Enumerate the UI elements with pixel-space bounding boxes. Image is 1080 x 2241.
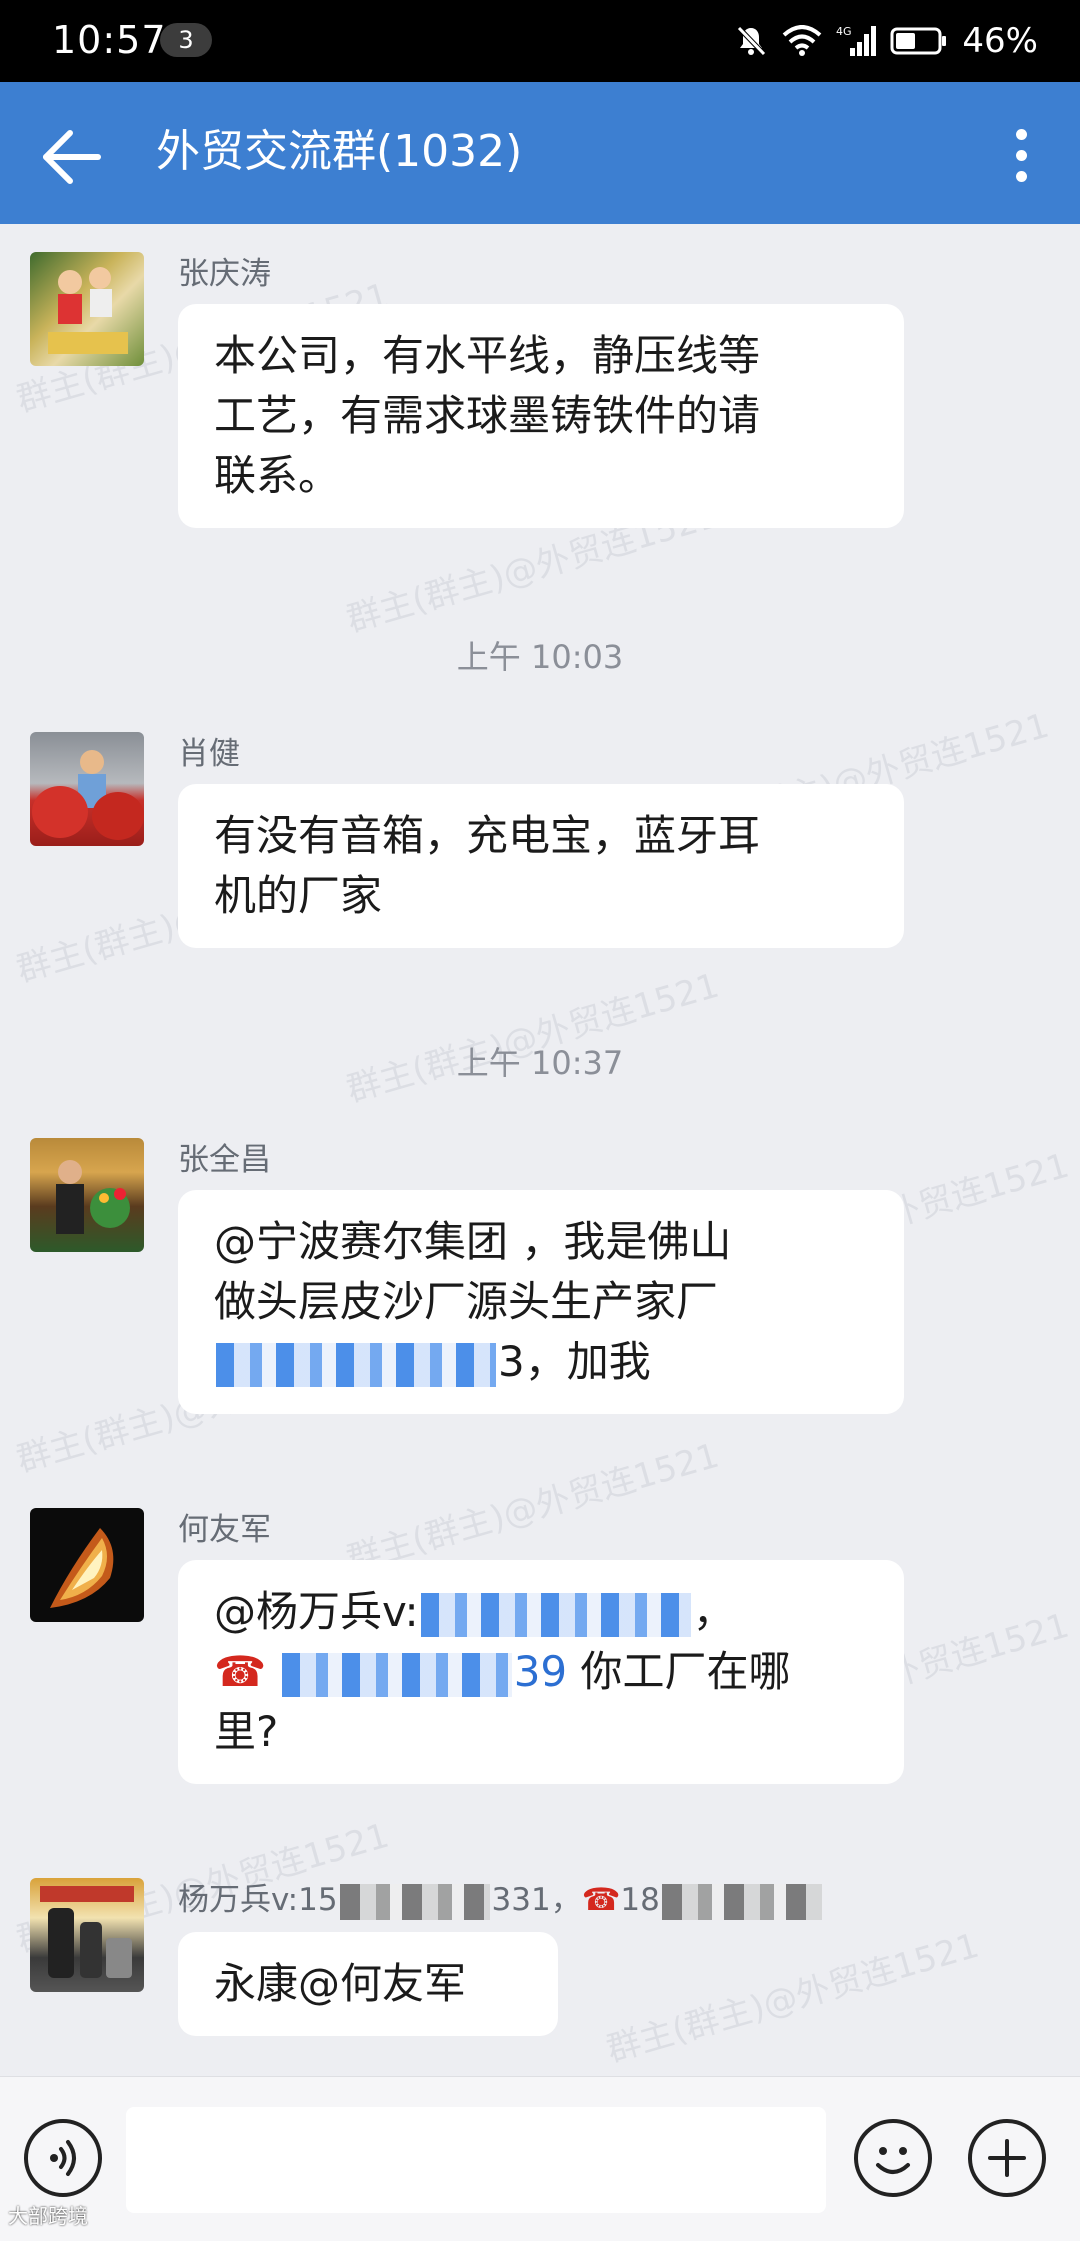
message-line: 机的厂家 <box>214 871 383 920</box>
watermark: 群主(群主)@外贸连1521 <box>342 1435 724 1581</box>
corner-watermark: 大部跨境 <box>8 2204 88 2228</box>
input-bar <box>0 2076 1080 2241</box>
more-actions-button[interactable] <box>968 2119 1046 2197</box>
message-input[interactable] <box>126 2107 826 2213</box>
emoji-button[interactable] <box>854 2119 932 2197</box>
message-bubble[interactable]: 有没有音箱，充电宝，蓝牙耳 机的厂家 <box>178 784 904 948</box>
message-bubble[interactable]: @宁波赛尔集团 ，我是佛山 做头层皮沙厂源头生产家厂 3，加我 <box>178 1190 904 1414</box>
sender-text: 331， <box>491 1882 582 1918</box>
avatar[interactable] <box>30 252 144 366</box>
message-line: 永康@何友军 <box>214 1959 467 2008</box>
notification-count-badge: 3 <box>160 23 212 57</box>
sender-name: 张庆涛 <box>178 256 271 292</box>
watermark: 群主(群主)@外贸连1521 <box>602 1925 984 2071</box>
voice-input-button[interactable] <box>24 2119 102 2197</box>
message-line: 工艺，有需求球墨铸铁件的请 <box>214 391 761 440</box>
back-arrow-icon <box>43 130 101 184</box>
mention-text: @杨万兵v: <box>214 1587 419 1636</box>
smiley-icon <box>876 2147 910 2174</box>
telephone-icon: ☎ <box>581 1882 621 1918</box>
plus-icon <box>988 2139 1026 2177</box>
avatar-image <box>50 1528 114 1608</box>
telephone-icon: ☎ <box>214 1647 267 1696</box>
more-options-button[interactable] <box>988 120 1054 190</box>
wifi-icon <box>782 25 822 57</box>
sender-name: 何友军 <box>178 1512 271 1548</box>
timestamp: 上午 10:37 <box>456 1044 624 1082</box>
sender-name: 张全昌 <box>178 1142 271 1178</box>
cellular-signal-icon: 4G <box>836 24 877 58</box>
avatar-image <box>32 750 144 840</box>
message-line: ☎ 39 你工厂在哪 <box>214 1642 868 1702</box>
timestamp: 上午 10:03 <box>456 638 624 676</box>
avatar-image <box>48 267 128 354</box>
redacted-phone <box>281 1652 512 1697</box>
more-dot-icon <box>1015 170 1027 182</box>
sender-text: 杨万兵v:15 <box>178 1882 338 1918</box>
message-bubble[interactable]: @杨万兵v: ， ☎ 39 你工厂在哪 里? <box>178 1560 904 1784</box>
message-line: 有没有音箱，充电宝，蓝牙耳 <box>214 811 761 860</box>
status-time: 10:57 <box>52 18 167 62</box>
message-list[interactable]: 群主(群主)@外贸连1521 群主(群主)@外贸连1521 群主(群主)@外贸连… <box>0 224 1080 2076</box>
battery-percent: 46% <box>962 21 1038 61</box>
redacted-phone <box>216 1342 496 1387</box>
message-line: 本公司，有水平线，静压线等 <box>214 331 761 380</box>
sender-text: 18 <box>620 1882 660 1918</box>
more-dot-icon <box>1015 149 1027 161</box>
mute-bell-icon <box>734 24 768 58</box>
message-line: @杨万兵v: ， <box>214 1582 868 1642</box>
message-line: 里? <box>214 1707 279 1756</box>
chat-title: 外贸交流群(1032) <box>156 126 523 177</box>
watermark: 群主(群主)@外贸连1521 <box>342 965 724 1111</box>
redacted-phone <box>661 1883 822 1920</box>
message-line: 联系。 <box>214 451 341 500</box>
avatar[interactable] <box>30 1508 144 1622</box>
avatar[interactable] <box>30 1878 144 1992</box>
sender-name: 杨万兵v:15 331，☎18 <box>178 1880 824 1920</box>
status-icons: 4G 46% <box>734 18 1038 64</box>
avatar-image <box>56 1160 130 1234</box>
message-text: ， <box>692 1587 735 1636</box>
back-button[interactable] <box>38 122 108 192</box>
more-dot-icon <box>1015 128 1027 140</box>
phone-link[interactable]: 39 <box>514 1647 567 1696</box>
status-bar: 10:57 3 4G 46% <box>0 0 1080 82</box>
message-text: 你工厂在哪 <box>580 1647 791 1696</box>
battery-icon <box>890 26 948 56</box>
message-bubble[interactable]: 永康@何友军 <box>178 1932 558 2036</box>
avatar[interactable] <box>30 732 144 846</box>
avatar[interactable] <box>30 1138 144 1252</box>
redacted-contact <box>420 1592 691 1637</box>
message-line: 3，加我 <box>498 1337 651 1386</box>
message-line: 做头层皮沙厂源头生产家厂 <box>214 1277 719 1326</box>
voice-icon <box>50 2140 76 2176</box>
network-label: 4G <box>836 25 852 38</box>
redacted-phone <box>339 1883 490 1920</box>
message-line: @宁波赛尔集团 ，我是佛山 <box>214 1217 732 1266</box>
message-bubble[interactable]: 本公司，有水平线，静压线等 工艺，有需求球墨铸铁件的请 联系。 <box>178 304 904 528</box>
message-line-redacted: 3，加我 <box>214 1332 868 1392</box>
sender-name: 肖健 <box>178 736 240 772</box>
avatar-image <box>40 1886 134 1978</box>
chat-header: 外贸交流群(1032) <box>0 82 1080 224</box>
